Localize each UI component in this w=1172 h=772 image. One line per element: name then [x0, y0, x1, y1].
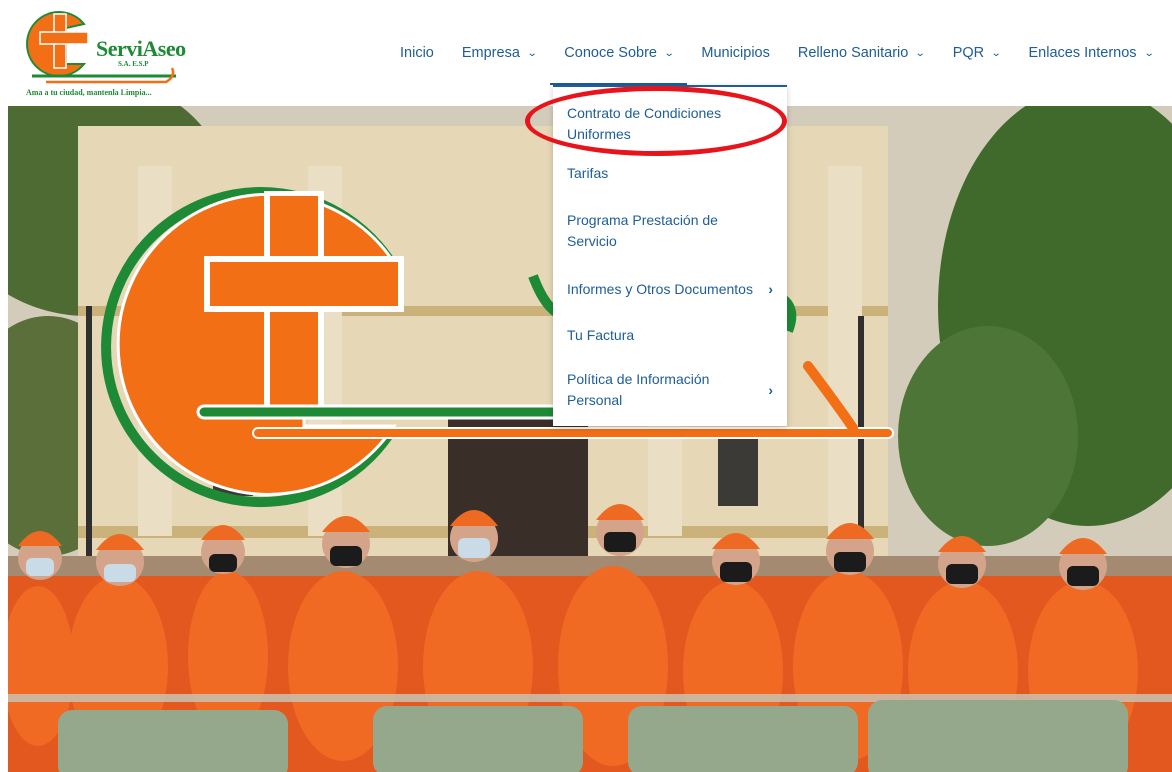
- dropdown-item-tarifas[interactable]: Tarifas: [553, 150, 787, 196]
- nav-item-pqr[interactable]: PQR ⌄: [939, 0, 1015, 106]
- nav-item-label: Enlaces Internos: [1028, 45, 1137, 61]
- nav-item-label: Municipios: [701, 45, 770, 61]
- nav-item-label: PQR: [952, 45, 985, 61]
- dropdown-item-label: Tarifas: [567, 164, 609, 181]
- dropdown-item-label: Tu Factura: [567, 326, 635, 343]
- logo-name: ServiAseo: [96, 36, 186, 61]
- dropdown-item-label: Informes y Otros Documentos: [567, 280, 753, 297]
- chevron-down-icon: ⌄: [1143, 47, 1155, 59]
- dropdown-item-label: Política de Información Personal: [567, 371, 710, 408]
- chevron-right-icon: ›: [768, 280, 773, 297]
- nav-item-label: Relleno Sanitario: [797, 45, 909, 61]
- site-logo[interactable]: ServiAseo S.A. E.S.P Ama a tu ciudad, ma…: [26, 6, 206, 98]
- dropdown-item-label: Programa Prestación de Servicio: [567, 212, 718, 249]
- nav-item-inicio[interactable]: Inicio: [386, 0, 448, 106]
- dropdown-item-tu-factura[interactable]: Tu Factura: [553, 312, 787, 358]
- chevron-right-icon: ›: [768, 381, 773, 398]
- dropdown-item-informes[interactable]: Informes y Otros Documentos ›: [553, 266, 787, 312]
- nav-item-enlaces-internos[interactable]: Enlaces Internos ⌄: [1015, 0, 1167, 106]
- chevron-down-icon: ⌄: [990, 47, 1002, 59]
- chevron-down-icon: ⌄: [915, 47, 926, 59]
- chevron-down-icon: ⌄: [663, 47, 675, 59]
- conoce-sobre-dropdown: Contrato de Condiciones Uniformes Tarifa…: [553, 85, 787, 426]
- nav-item-label: Empresa: [461, 45, 520, 61]
- dropdown-item-politica[interactable]: Política de Información Personal ›: [553, 358, 787, 422]
- chevron-down-icon: ⌄: [526, 47, 538, 59]
- nav-item-label: Inicio: [400, 45, 434, 61]
- dropdown-item-programa[interactable]: Programa Prestación de Servicio: [553, 196, 787, 266]
- dropdown-item-label: Contrato de Condiciones Uniformes: [567, 104, 722, 142]
- dropdown-item-contrato[interactable]: Contrato de Condiciones Uniformes: [553, 97, 787, 150]
- logo-tagline: Ama a tu ciudad, mantenla Limpia...: [26, 88, 152, 97]
- nav-item-label: Conoce Sobre: [564, 45, 657, 61]
- nav-item-empresa[interactable]: Empresa ⌄: [448, 0, 550, 106]
- nav-item-relleno-sanitario[interactable]: Relleno Sanitario ⌄: [784, 0, 939, 106]
- logo-subtitle: S.A. E.S.P: [118, 60, 149, 68]
